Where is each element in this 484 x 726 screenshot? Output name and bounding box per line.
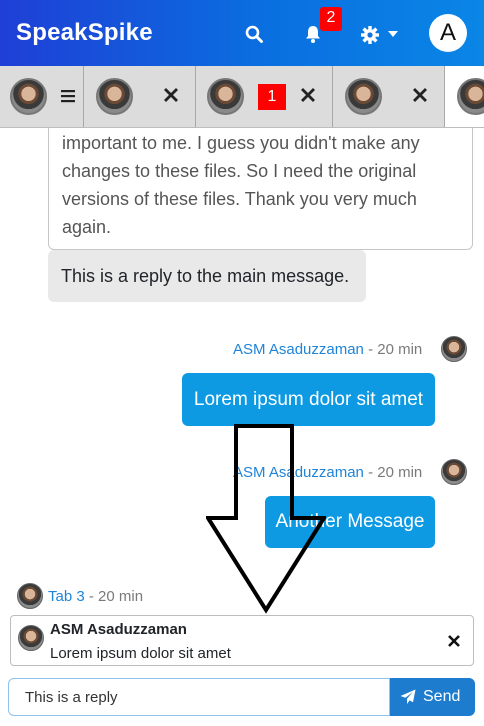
tab-2[interactable] (84, 66, 196, 127)
message-avatar (441, 336, 467, 362)
gear-icon[interactable] (360, 25, 380, 45)
message-time: 20 min (377, 464, 423, 481)
reply-preview-avatar (18, 625, 44, 651)
menu-icon[interactable] (60, 88, 76, 104)
paper-plane-icon (400, 689, 416, 704)
message-meta: ASM Asaduzzaman - 20 min (233, 341, 423, 358)
tab-main[interactable] (0, 66, 84, 127)
reply-preview-text: Lorem ipsum dolor sit amet (50, 645, 231, 662)
message-bubble: Lorem ipsum dolor sit amet (182, 373, 435, 426)
search-icon[interactable] (245, 25, 263, 43)
top-navbar: SpeakSpike 2 A (0, 0, 484, 66)
reply-input[interactable] (8, 678, 390, 716)
brand-logo[interactable]: SpeakSpike (16, 19, 153, 47)
tab-avatar (207, 78, 244, 115)
tab-avatar (10, 78, 47, 115)
close-icon[interactable] (447, 634, 461, 648)
down-arrow-annotation (206, 424, 326, 614)
message-avatar (441, 459, 467, 485)
close-icon[interactable] (411, 86, 429, 104)
quoted-line: changes to these files. So I need the or… (62, 161, 417, 181)
send-label: Send (423, 688, 461, 705)
reply-author[interactable]: Tab 3 (48, 588, 85, 605)
message-author[interactable]: ASM Asaduzzaman (233, 341, 364, 358)
tab-avatar (345, 78, 382, 115)
tab-5[interactable] (445, 66, 484, 127)
tab-avatar (96, 78, 133, 115)
quoted-line: important to me. I guess you didn't make… (62, 133, 420, 153)
tab-avatar (457, 78, 484, 115)
send-button[interactable]: Send (390, 678, 475, 716)
tab-4[interactable] (333, 66, 445, 127)
reply-preview-name: ASM Asaduzzaman (50, 621, 187, 638)
reply-meta: Tab 3 - 20 min (48, 588, 144, 605)
quoted-message: important to me. I guess you didn't make… (48, 128, 473, 250)
reply-bubble: This is a reply to the main message. (48, 250, 366, 302)
message-time: 20 min (377, 341, 423, 358)
unread-badge: 1 (258, 84, 286, 110)
reply-time: 20 min (98, 588, 144, 605)
close-icon[interactable] (162, 86, 180, 104)
close-icon[interactable] (299, 86, 317, 104)
quoted-line: versions of these files. Thank you very … (62, 189, 417, 209)
caret-down-icon[interactable] (388, 31, 398, 37)
reply-preview: ASM Asaduzzaman Lorem ipsum dolor sit am… (10, 615, 474, 666)
notification-badge: 2 (320, 7, 342, 31)
quoted-line: again. (62, 217, 112, 237)
reply-author-avatar (17, 583, 43, 609)
user-avatar[interactable]: A (429, 14, 467, 52)
chat-tabs (0, 66, 484, 128)
